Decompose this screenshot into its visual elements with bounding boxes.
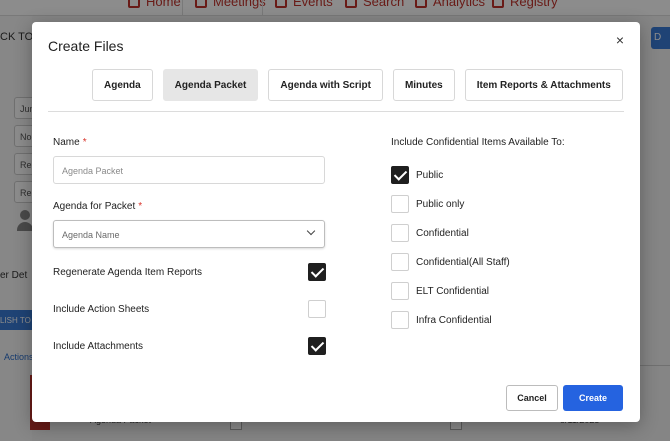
confidential-public-checkbox[interactable]	[391, 166, 409, 184]
confidential-all-staff-checkbox[interactable]	[391, 253, 409, 271]
tab-item-reports-attachments[interactable]: Item Reports & Attachments	[464, 69, 623, 101]
confidential-public-only-label: Public only	[416, 199, 465, 210]
required-mark: *	[82, 137, 87, 148]
create-files-modal: Create Files × Agenda Agenda Packet Agen…	[32, 22, 640, 422]
confidential-public-label: Public	[416, 170, 444, 181]
confidential-label: Confidential	[416, 228, 469, 239]
create-button[interactable]: Create	[563, 385, 623, 411]
include-action-sheets-label: Include Action Sheets	[53, 304, 150, 315]
include-action-sheets-checkbox[interactable]	[308, 300, 326, 318]
infra-confidential-label: Infra Confidential	[416, 315, 492, 326]
confidential-checkbox[interactable]	[391, 224, 409, 242]
confidential-public-only-checkbox[interactable]	[391, 195, 409, 213]
agenda-select[interactable]: Agenda Name	[53, 220, 325, 248]
file-type-tabs: Agenda Agenda Packet Agenda with Script …	[92, 69, 623, 101]
agenda-for-packet-label: Agenda for Packet *	[53, 201, 143, 212]
confidential-all-staff-label: Confidential(All Staff)	[416, 257, 510, 268]
chevron-down-icon	[306, 226, 316, 236]
tab-agenda[interactable]: Agenda	[92, 69, 153, 101]
divider	[48, 111, 624, 112]
confidential-title: Include Confidential Items Available To:	[391, 137, 565, 148]
include-attachments-label: Include Attachments	[53, 341, 144, 352]
cancel-button[interactable]: Cancel	[506, 385, 558, 411]
tab-minutes[interactable]: Minutes	[392, 69, 455, 101]
tab-agenda-packet[interactable]: Agenda Packet	[162, 69, 259, 101]
include-attachments-checkbox[interactable]	[308, 337, 326, 355]
close-icon[interactable]: ×	[612, 32, 628, 48]
agenda-select-value: Agenda Name	[62, 230, 120, 240]
required-mark: *	[138, 201, 143, 212]
name-input[interactable]: Agenda Packet	[53, 156, 325, 184]
elt-confidential-label: ELT Confidential	[416, 286, 490, 297]
infra-confidential-checkbox[interactable]	[391, 311, 409, 329]
elt-confidential-checkbox[interactable]	[391, 282, 409, 300]
regenerate-reports-label: Regenerate Agenda Item Reports	[53, 267, 202, 278]
name-label: Name *	[53, 137, 87, 148]
regenerate-reports-checkbox[interactable]	[308, 263, 326, 281]
tab-agenda-with-script[interactable]: Agenda with Script	[268, 69, 383, 101]
modal-title: Create Files	[48, 38, 124, 54]
